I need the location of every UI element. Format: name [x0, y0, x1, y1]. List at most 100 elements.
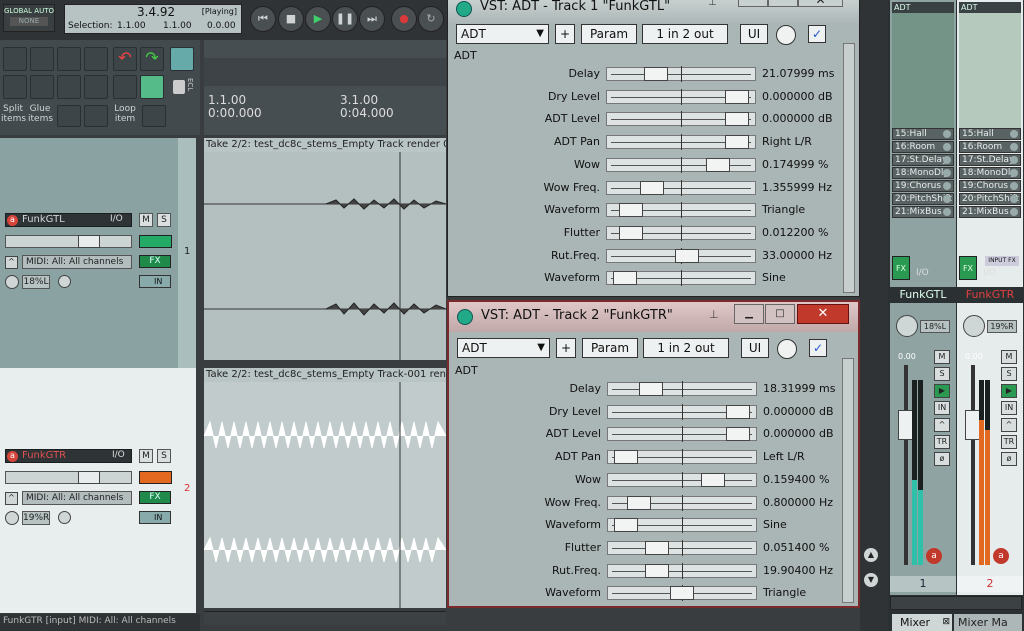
vst-2-preset-select[interactable]: ADT ▼ — [457, 338, 550, 358]
send-item[interactable]: 17:St.Delay — [959, 154, 1021, 166]
send-knob-icon[interactable] — [1010, 169, 1018, 177]
mixer-master-tab[interactable]: Mixer Ma — [954, 614, 1022, 631]
mixer-record-arm-icon[interactable]: a — [993, 548, 1009, 564]
mixer-envelope-icon[interactable]: ^ — [1001, 418, 1017, 432]
vst-1-param-button[interactable]: Param — [581, 24, 637, 44]
send-item[interactable]: 15:Hall — [892, 128, 954, 140]
mixer-trim-button[interactable]: TR — [1001, 435, 1017, 449]
track-1-mute-button[interactable]: M — [139, 213, 153, 227]
track-2-phase-icon[interactable] — [58, 511, 71, 524]
slider-knob[interactable] — [639, 382, 663, 396]
open-project-icon[interactable] — [30, 47, 54, 71]
mixer-route-label[interactable]: I/O — [916, 268, 929, 278]
save-project-icon[interactable] — [57, 47, 81, 71]
param-slider[interactable] — [607, 494, 757, 511]
mixer-solo-button[interactable]: S — [934, 367, 950, 381]
track-2-io[interactable]: I/O — [112, 450, 125, 460]
track-1-header[interactable] — [0, 138, 196, 368]
vst-1-pin-icon[interactable]: ⊥ — [708, 0, 720, 8]
input-fx-button[interactable]: INPUT FX — [985, 256, 1019, 266]
grid-icon[interactable] — [30, 75, 54, 99]
param-slider[interactable] — [607, 381, 757, 397]
snap-icon[interactable] — [3, 75, 27, 99]
track-2-mute-button[interactable]: M — [139, 449, 153, 463]
slider-knob[interactable] — [614, 518, 639, 533]
send-item[interactable]: 19:Chorus — [892, 180, 954, 192]
track-2-fx-button[interactable]: FX — [139, 491, 171, 504]
glue-items-label[interactable]: Glue items — [28, 104, 53, 124]
ripple-edit-icon[interactable] — [170, 47, 194, 71]
track-2-take-label[interactable]: Take 2/2: test_dc8c_stems_Empty Track-00… — [204, 368, 446, 382]
param-slider[interactable] — [606, 134, 756, 151]
record-button[interactable]: ● — [391, 6, 417, 32]
go-end-button[interactable]: ⏭ — [359, 6, 385, 32]
mixer-track-name[interactable]: FunkGTL — [890, 287, 956, 303]
loop-icon[interactable] — [140, 75, 164, 99]
param-slider[interactable] — [606, 247, 756, 264]
param-slider[interactable] — [606, 179, 756, 196]
param-slider[interactable] — [606, 270, 756, 287]
send-knob-icon[interactable] — [943, 195, 951, 203]
mixer-mute-button[interactable]: M — [934, 350, 950, 364]
undo-icon[interactable]: ↶ — [113, 47, 137, 71]
send-knob-icon[interactable] — [1010, 195, 1018, 203]
slider-knob[interactable] — [619, 203, 644, 218]
mixer-route-label[interactable]: I/O — [983, 268, 996, 278]
send-item[interactable]: 17:St.Delay — [892, 154, 954, 166]
project-settings-icon[interactable] — [84, 47, 108, 71]
lock-icon[interactable] — [173, 80, 185, 94]
slider-knob[interactable] — [626, 495, 651, 510]
slider-knob[interactable] — [619, 225, 644, 240]
send-item[interactable]: 18:MonoDly — [959, 167, 1021, 179]
fader-knob[interactable] — [78, 471, 100, 484]
ruler[interactable] — [204, 40, 446, 135]
track-2-item[interactable] — [204, 382, 446, 608]
param-slider[interactable] — [606, 111, 756, 128]
loop-item-label[interactable]: Loop item — [112, 104, 138, 124]
mixer-horizontal-scrollbar[interactable] — [890, 596, 1022, 610]
mixer-input-button[interactable]: IN — [934, 401, 950, 415]
vst-2-ui-button[interactable]: UI — [741, 338, 769, 358]
track-1-fx-button[interactable]: FX — [139, 255, 171, 268]
send-item[interactable]: 15:Hall — [959, 128, 1021, 140]
mixer-fader-track[interactable] — [971, 365, 975, 565]
vst-1-minimize-button[interactable] — [738, 0, 768, 7]
mixer-envelope-icon[interactable]: ^ — [934, 418, 950, 432]
track-2-env-icon[interactable]: ^ — [5, 492, 18, 505]
vst-2-io-button[interactable]: 1 in 2 out — [643, 338, 729, 358]
param-slider[interactable] — [606, 202, 756, 219]
vst-1-io-button[interactable]: 1 in 2 out — [642, 24, 728, 44]
mixer-strip-fx-name[interactable]: ADT — [959, 2, 1021, 13]
new-project-icon[interactable] — [3, 47, 27, 71]
send-knob-icon[interactable] — [1010, 156, 1018, 164]
send-item[interactable]: 21:MixBus — [959, 206, 1021, 218]
send-item[interactable]: 20:PitchShift — [959, 193, 1021, 205]
send-item[interactable]: 19:Chorus — [959, 180, 1021, 192]
repeat-button[interactable]: ↻ — [418, 6, 444, 32]
slider-knob[interactable] — [614, 450, 639, 465]
track-1-input-button[interactable]: IN — [139, 275, 171, 288]
slider-knob[interactable] — [675, 248, 700, 263]
vst-window-track-1[interactable]: VST: ADT - Track 1 "FunkGTL" ⊥ ✕ ADT ▼ + … — [447, 0, 860, 297]
close-icon[interactable]: ⊠ — [942, 614, 950, 631]
vst-1-add-preset-button[interactable]: + — [555, 24, 575, 44]
slider-knob[interactable] — [644, 67, 669, 81]
send-item[interactable]: 21:MixBus — [892, 206, 954, 218]
send-item[interactable]: 16:Room — [959, 141, 1021, 153]
param-slider[interactable] — [606, 156, 756, 173]
mixer-pan-knob[interactable] — [963, 315, 985, 337]
slider-knob[interactable] — [701, 472, 725, 487]
send-knob-icon[interactable] — [943, 208, 951, 216]
track-2-solo-button[interactable]: S — [157, 449, 171, 463]
vst-2-add-preset-button[interactable]: + — [556, 338, 576, 358]
slider-knob[interactable] — [724, 135, 749, 150]
send-knob-icon[interactable] — [943, 169, 951, 177]
vst-2-close-button[interactable]: ✕ — [797, 304, 849, 324]
track-2-pan-knob[interactable] — [5, 511, 19, 525]
param-slider[interactable] — [606, 66, 756, 82]
send-knob-icon[interactable] — [943, 130, 951, 138]
item-fx-icon[interactable] — [84, 105, 108, 127]
send-knob-icon[interactable] — [1010, 143, 1018, 151]
record-arm-icon[interactable]: a — [7, 215, 18, 226]
vst-2-param-button[interactable]: Param — [582, 338, 638, 358]
